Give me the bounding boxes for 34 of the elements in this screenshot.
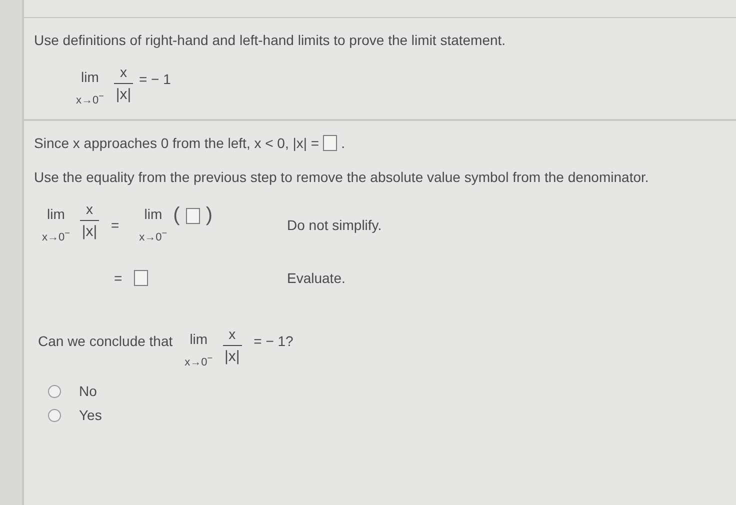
parenthesis: ( (173, 204, 180, 227)
limit-operator: lim (47, 206, 65, 222)
fraction-numerator: x (222, 326, 242, 346)
fraction-denominator: |x| (224, 347, 240, 365)
limit-operator: lim (190, 330, 208, 347)
equation-result: = − 1? (254, 332, 294, 348)
fraction-denominator: |x| (82, 222, 98, 240)
radio-button[interactable] (48, 408, 61, 422)
limit-operator: lim (144, 206, 162, 222)
limit-subscript: x→0$^{−}$ (184, 352, 213, 368)
answer-box[interactable] (323, 135, 338, 151)
answer-box[interactable] (186, 208, 200, 224)
step-text: Since x approaches 0 from the left, x < 0, |x| = (34, 135, 320, 151)
limit-operator: lim (81, 68, 99, 85)
equals-sign: = (110, 216, 120, 232)
hint-text: Evaluate. (287, 270, 346, 286)
limit-subscript: x→0$^{−}$ (42, 228, 70, 244)
option-label[interactable]: Yes (79, 407, 102, 423)
parenthesis: ) (206, 204, 212, 227)
option-label[interactable]: No (79, 383, 97, 399)
hint-text: Do not simplify. (287, 216, 383, 232)
radio-button[interactable] (48, 384, 61, 398)
question-text: Can we conclude that (38, 332, 173, 348)
fraction-numerator: x (114, 64, 133, 84)
equals-sign: = (114, 270, 122, 286)
fraction-numerator: x (80, 201, 99, 221)
period-text: . (341, 135, 345, 151)
instruction-text: Use the equality from the previous step to remove the absolute value symbol from the denominator. (34, 169, 650, 185)
fraction-denominator: |x| (116, 85, 132, 103)
limit-subscript: x→0$^{−}$ (139, 228, 168, 244)
instruction-text: Use definitions of right-hand and left-hand limits to prove the limit statement. (34, 32, 507, 48)
answer-box[interactable] (134, 270, 148, 286)
limit-subscript: x→0$^{−}$ (76, 90, 104, 106)
equation-result: = − 1 (138, 70, 171, 86)
